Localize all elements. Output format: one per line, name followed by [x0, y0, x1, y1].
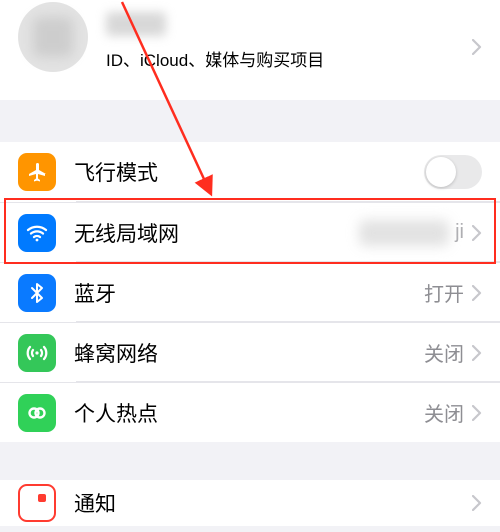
wifi-value-suffix: ji	[455, 221, 464, 244]
notifications-label: 通知	[74, 488, 116, 518]
bluetooth-label: 蓝牙	[74, 278, 116, 308]
chevron-right-icon	[472, 495, 482, 511]
bluetooth-icon	[18, 274, 56, 312]
notifications-row[interactable]: 通知	[0, 480, 500, 526]
chevron-right-icon	[472, 345, 482, 361]
apple-id-row[interactable]: ID、iCloud、媒体与购买项目	[0, 0, 500, 100]
bluetooth-row[interactable]: 蓝牙 打开	[0, 262, 500, 322]
airplane-label: 飞行模式	[74, 157, 158, 187]
profile-text: ID、iCloud、媒体与购买项目	[106, 12, 472, 71]
wifi-label: 无线局域网	[74, 218, 179, 248]
hotspot-label: 个人热点	[74, 398, 158, 428]
wifi-row[interactable]: 无线局域网 ji	[0, 202, 500, 262]
profile-name-redacted	[106, 12, 166, 36]
chevron-right-icon	[472, 405, 482, 421]
cellular-row[interactable]: 蜂窝网络 关闭	[0, 322, 500, 382]
airplane-mode-row[interactable]: 飞行模式	[0, 142, 500, 202]
chevron-right-icon	[472, 225, 482, 241]
profile-subtitle: ID、iCloud、媒体与购买项目	[106, 46, 472, 71]
cellular-label: 蜂窝网络	[74, 338, 158, 368]
avatar	[18, 2, 88, 72]
chevron-right-icon	[472, 39, 482, 55]
wifi-value-redacted	[359, 220, 449, 246]
chevron-right-icon	[472, 285, 482, 301]
cellular-value: 关闭	[424, 338, 464, 367]
cellular-icon	[18, 334, 56, 372]
airplane-toggle[interactable]	[424, 155, 482, 189]
notifications-icon	[18, 484, 56, 522]
hotspot-value: 关闭	[424, 398, 464, 427]
avatar-placeholder	[33, 17, 73, 57]
bluetooth-value: 打开	[424, 278, 464, 307]
toggle-knob	[426, 157, 456, 187]
airplane-icon	[18, 153, 56, 191]
hotspot-row[interactable]: 个人热点 关闭	[0, 382, 500, 442]
wifi-icon	[18, 214, 56, 252]
hotspot-icon	[18, 394, 56, 432]
